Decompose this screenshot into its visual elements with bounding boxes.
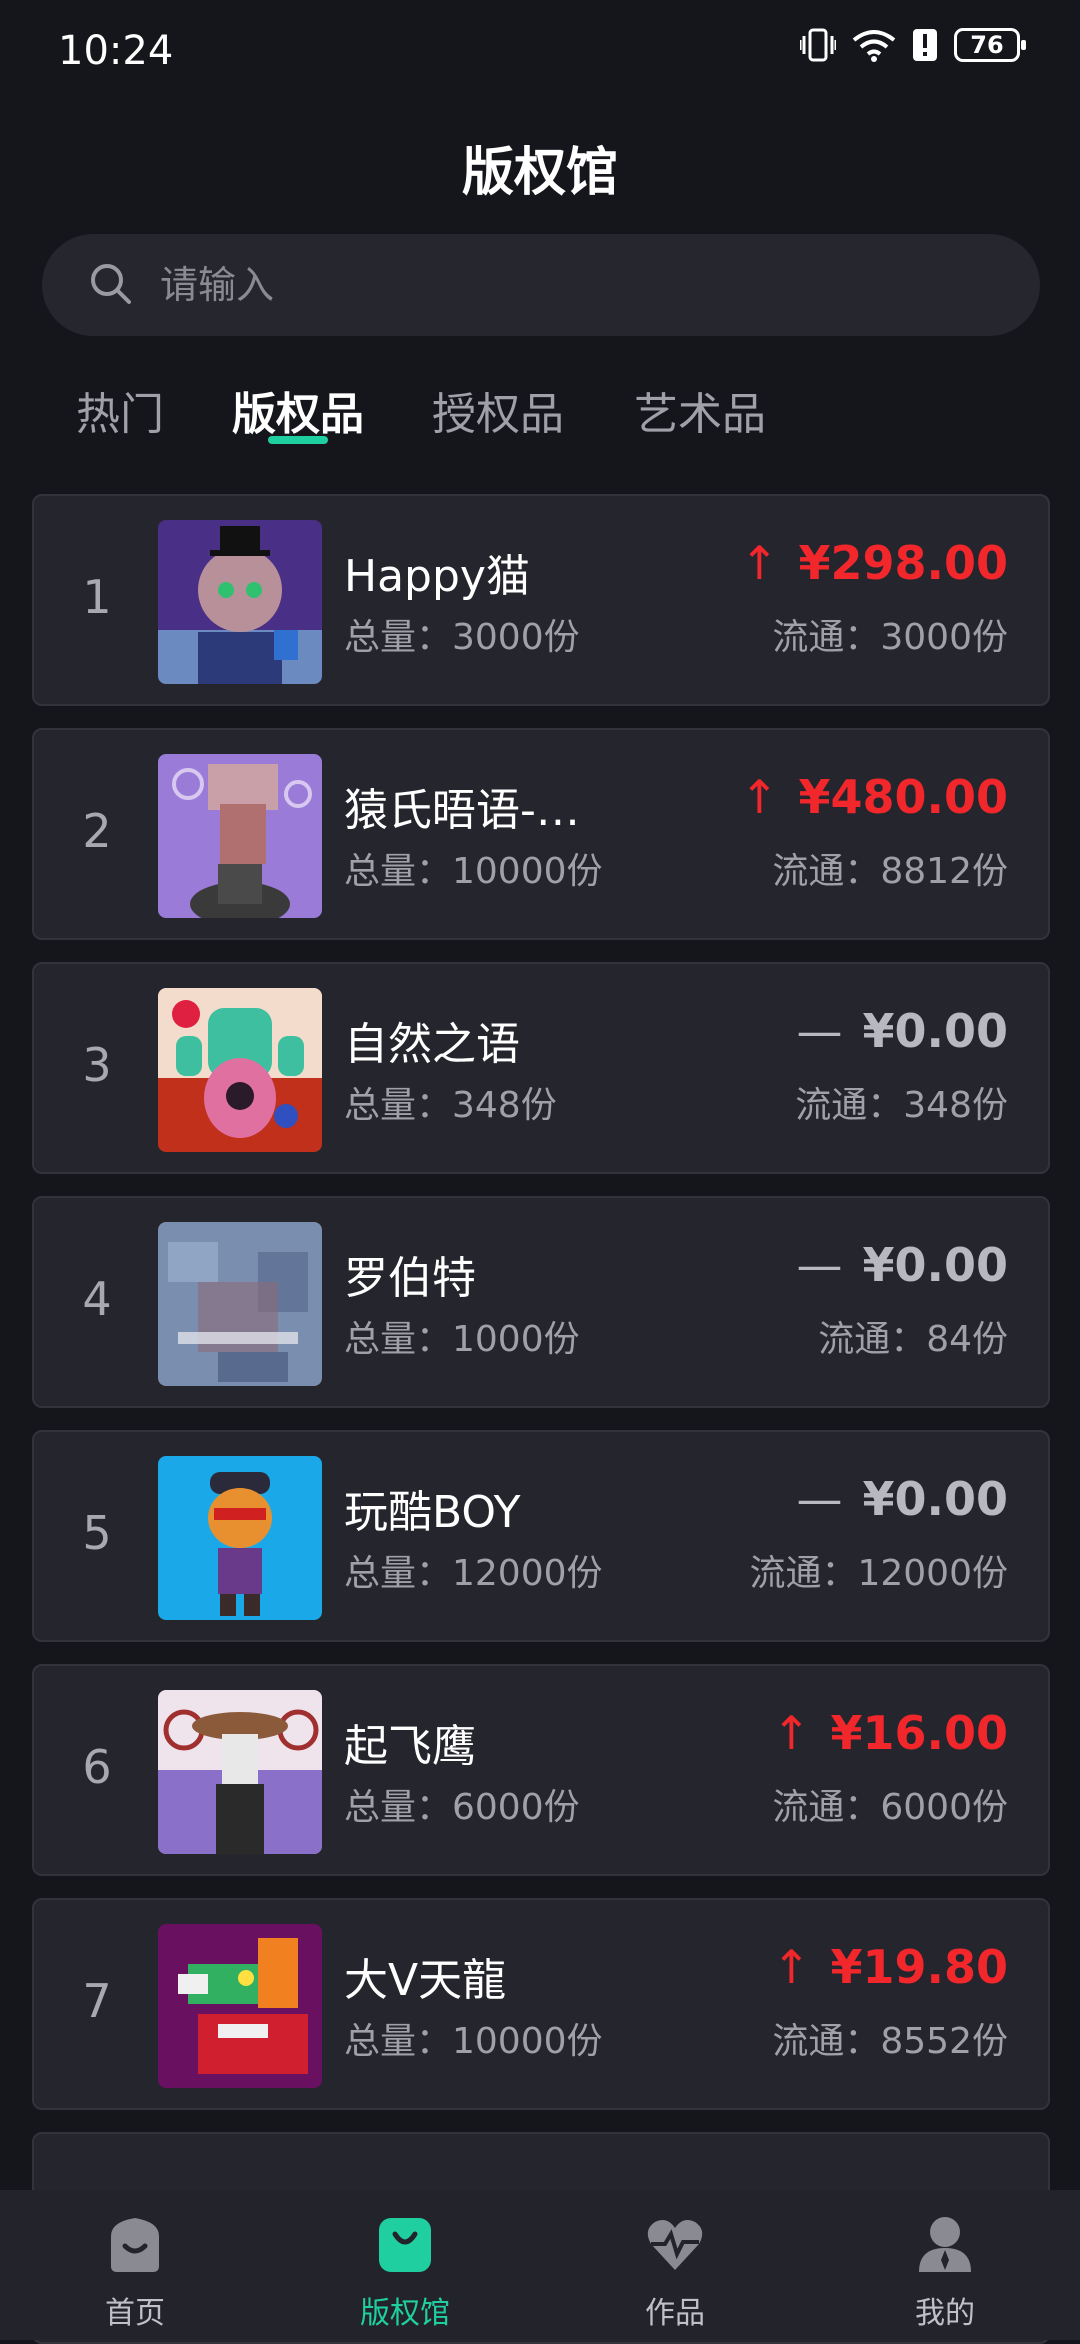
nav-copyright[interactable]: 版权馆 (270, 2190, 540, 2340)
item-total: 总量：10000份 (344, 851, 603, 892)
artwork-thumbnail (158, 1456, 322, 1620)
list-item[interactable]: 4 罗伯特 总量：1000份 — ¥0.00 流通：84份 (32, 1196, 1050, 1408)
list-item[interactable]: 3 自然之语 总量：348份 — ¥0.00 流通：348份 (32, 962, 1050, 1174)
bottom-nav: 首页 版权馆 作品 我的 (0, 2190, 1080, 2340)
rank-number: 3 (82, 1038, 112, 1092)
trend-up-icon: ↑ (771, 1940, 811, 1994)
heartbeat-icon (645, 2214, 705, 2274)
artwork-thumbnail (158, 1924, 322, 2088)
vibrate-icon (800, 28, 836, 62)
battery-indicator: 76 (954, 28, 1026, 62)
item-price: — ¥0.00 (796, 1004, 1008, 1058)
item-price: — ¥0.00 (796, 1238, 1008, 1292)
active-tab-indicator (268, 436, 328, 444)
item-name: 大V天龍 (344, 1955, 507, 2006)
item-circulation: 流通：3000份 (772, 617, 1008, 658)
nav-works[interactable]: 作品 (540, 2190, 810, 2340)
artwork-thumbnail (158, 1690, 322, 1854)
item-price: ↑ ¥298.00 (740, 536, 1008, 590)
price-value: ¥0.00 (862, 1238, 1008, 1292)
item-total: 总量：12000份 (344, 1553, 603, 1594)
list-item[interactable]: 2 猿氏晤语-… 总量：10000份 ↑ ¥480.00 流通：8812份 (32, 728, 1050, 940)
artwork-thumbnail (158, 988, 322, 1152)
nav-copyright-label: 版权馆 (360, 2296, 450, 2331)
list-item[interactable]: 7 大V天龍 总量：10000份 ↑ ¥19.80 流通：8552份 (32, 1898, 1050, 2110)
wifi-icon (852, 28, 896, 62)
list-item[interactable]: 5 玩酷BOY 总量：12000份 — ¥0.00 流通：12000份 (32, 1430, 1050, 1642)
tab-art[interactable]: 艺术品 (634, 378, 766, 442)
nav-home[interactable]: 首页 (0, 2190, 270, 2340)
item-circulation: 流通：12000份 (749, 1553, 1008, 1594)
nav-mine[interactable]: 我的 (810, 2190, 1080, 2340)
item-total: 总量：1000份 (344, 1319, 580, 1360)
tab-licensed[interactable]: 授权品 (432, 378, 564, 442)
item-circulation: 流通：84份 (818, 1319, 1008, 1360)
item-circulation: 流通：8552份 (772, 2021, 1008, 2062)
rank-number: 5 (82, 1506, 112, 1560)
item-total: 总量：3000份 (344, 617, 580, 658)
rank-number: 1 (82, 570, 112, 624)
price-value: ¥0.00 (862, 1472, 1008, 1526)
list-item[interactable]: 6 起飞鹰 总量：6000份 ↑ ¥16.00 流通：6000份 (32, 1664, 1050, 1876)
search-input[interactable] (158, 262, 962, 308)
nav-mine-label: 我的 (915, 2296, 975, 2331)
nav-works-label: 作品 (645, 2296, 705, 2331)
item-name: Happy猫 (344, 551, 530, 602)
trend-up-icon: ↑ (739, 536, 779, 590)
price-value: ¥0.00 (862, 1004, 1008, 1058)
item-name: 玩酷BOY (344, 1487, 521, 1538)
nav-home-label: 首页 (105, 2296, 165, 2331)
item-total: 总量：10000份 (344, 2021, 603, 2062)
trend-up-icon: ↑ (771, 1706, 811, 1760)
price-value: ¥480.00 (798, 770, 1008, 824)
item-price: ↑ ¥480.00 (740, 770, 1008, 824)
item-name: 罗伯特 (344, 1253, 476, 1304)
artwork-thumbnail (158, 520, 322, 684)
trend-up-icon: ↑ (739, 770, 779, 824)
alert-icon (912, 28, 938, 62)
item-price: ↑ ¥19.80 (772, 1940, 1008, 1994)
item-name: 起飞鹰 (344, 1721, 476, 1772)
search-icon (88, 261, 132, 309)
item-circulation: 流通：6000份 (772, 1787, 1008, 1828)
price-value: ¥19.80 (830, 1940, 1008, 1994)
page-title: 版权馆 (461, 143, 618, 203)
item-price: — ¥0.00 (796, 1472, 1008, 1526)
tab-hot[interactable]: 热门 (76, 378, 164, 442)
status-time: 10:24 (58, 28, 174, 74)
item-total: 总量：348份 (344, 1085, 557, 1126)
item-price: ↑ ¥16.00 (772, 1706, 1008, 1760)
item-circulation: 流通：8812份 (772, 851, 1008, 892)
item-total: 总量：6000份 (344, 1787, 580, 1828)
search-bar[interactable] (42, 234, 1040, 336)
trend-flat-icon: — (796, 1472, 843, 1526)
home-icon (105, 2214, 165, 2274)
status-bar: 10:24 76 (0, 0, 1080, 100)
item-circulation: 流通：348份 (795, 1085, 1008, 1126)
bag-icon (375, 2214, 435, 2274)
status-icons: 76 (800, 28, 1026, 62)
trend-flat-icon: — (796, 1004, 843, 1058)
trend-flat-icon: — (796, 1238, 843, 1292)
item-name: 自然之语 (344, 1019, 520, 1070)
rank-number: 2 (82, 804, 112, 858)
artwork-thumbnail (158, 1222, 322, 1386)
item-name: 猿氏晤语-… (344, 785, 580, 836)
rank-number: 7 (82, 1974, 112, 2028)
list-item[interactable]: 1 Happy猫 总量：3000份 ↑ ¥298.00 流通：3000份 (32, 494, 1050, 706)
price-value: ¥16.00 (830, 1706, 1008, 1760)
rank-number: 6 (82, 1740, 112, 1794)
rank-number: 4 (82, 1272, 112, 1326)
artwork-thumbnail (158, 754, 322, 918)
tab-copyright[interactable]: 版权品 (232, 378, 364, 442)
category-tabs: 热门 版权品 授权品 艺术品 (0, 370, 1080, 460)
price-value: ¥298.00 (798, 536, 1008, 590)
profile-icon (915, 2214, 975, 2274)
